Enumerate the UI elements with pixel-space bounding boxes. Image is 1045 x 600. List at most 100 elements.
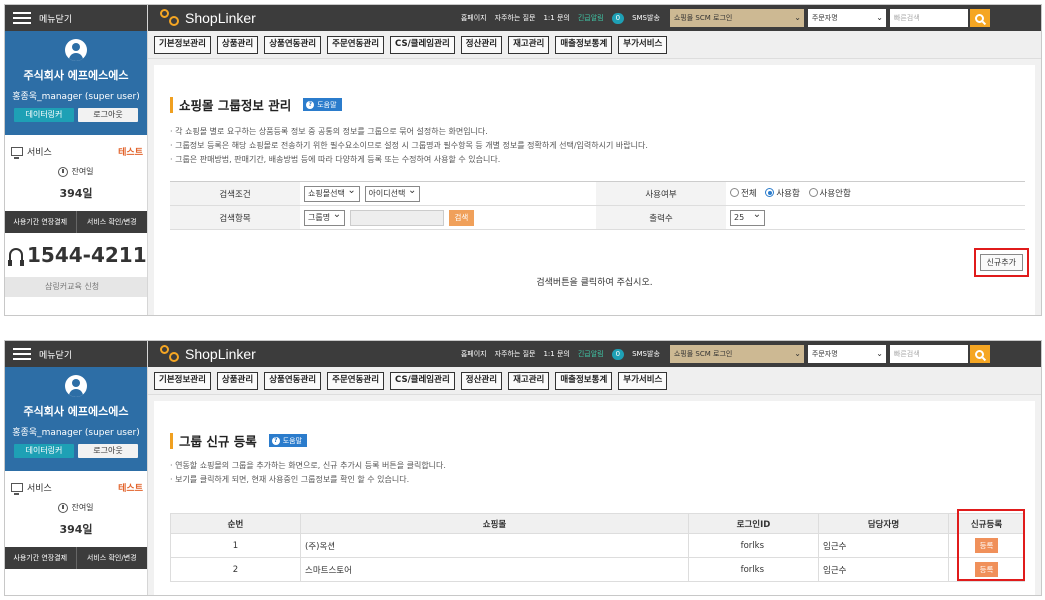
chevron-down-icon: ⌄ — [794, 349, 801, 358]
sms-link[interactable]: SMS발송 — [632, 349, 660, 359]
tab-products[interactable]: 상품관리 — [216, 371, 259, 390]
chevron-down-icon: ⌄ — [794, 13, 801, 22]
urgent-link[interactable]: 긴급알림 — [578, 13, 604, 23]
tab-cs-claim[interactable]: CS/클레임관리 — [390, 371, 455, 390]
col-login-id: 로그인ID — [688, 513, 819, 534]
search-icon — [975, 13, 985, 23]
search-icon — [975, 349, 985, 359]
service-change-button[interactable]: 서비스 확인/변경 — [75, 547, 148, 569]
search-button[interactable]: 검색 — [448, 209, 475, 226]
hamburger-icon — [13, 12, 31, 24]
tab-inventory[interactable]: 재고관리 — [508, 35, 550, 54]
add-new-button[interactable]: 신규추가 — [979, 254, 1023, 271]
sms-link[interactable]: SMS발송 — [632, 13, 660, 23]
faq-link[interactable]: 자주하는 질문 — [495, 13, 536, 23]
avatar-icon — [65, 375, 87, 397]
item-select[interactable]: 그룹명 — [304, 208, 346, 226]
urgent-count-badge: 0 — [611, 348, 625, 360]
help-label: 도움말 — [282, 436, 303, 445]
quick-search-button[interactable] — [969, 345, 990, 363]
chevron-down-icon: ⌄ — [876, 13, 883, 22]
clock-icon — [58, 166, 69, 177]
datalinker-button[interactable]: 데이터링커 — [14, 108, 74, 122]
monitor-icon — [11, 483, 23, 495]
datalinker-button[interactable]: 데이터링커 — [14, 444, 74, 458]
description: · 연동할 쇼핑몰의 그룹을 추가하는 화면으로, 신규 추가시 등록 버튼을 … — [170, 459, 446, 487]
clock-icon — [58, 502, 69, 513]
tab-settlement[interactable]: 정산관리 — [460, 371, 503, 390]
profile-card: 주식회사 에프에스에스 홍종욱_manager (super user) 데이터… — [5, 31, 147, 135]
quick-search-button[interactable] — [969, 9, 990, 27]
tab-order-sync[interactable]: 주문연동관리 — [327, 35, 385, 54]
menu-toggle[interactable]: 메뉴닫기 — [5, 5, 147, 31]
tab-basic-info[interactable]: 기본정보관리 — [154, 35, 211, 54]
use-radio-all[interactable]: 전체 — [730, 187, 757, 199]
tab-extra-services[interactable]: 부가서비스 — [618, 35, 668, 54]
home-link[interactable]: 홈페이지 — [461, 349, 487, 359]
test-badge: 테스트 — [118, 484, 143, 494]
cell-mall: 스마트스토어 — [300, 557, 689, 582]
scm-login-select[interactable]: 쇼핑몰 SCM 로그인 ⌄ — [669, 9, 804, 27]
order-field-value: 주문자명 — [811, 14, 838, 22]
count-select[interactable]: 25 — [730, 208, 766, 226]
group-info-panel: 메뉴닫기 주식회사 에프에스에스 홍종욱_manager (super user… — [4, 4, 1042, 316]
help-button[interactable]: ? 도움말 — [268, 434, 308, 447]
radio-label: 사용안함 — [819, 188, 851, 199]
logo-icon — [160, 9, 182, 27]
scm-login-select[interactable]: 쇼핑몰 SCM 로그인 ⌄ — [669, 345, 804, 363]
tab-product-sync[interactable]: 상품연동관리 — [264, 35, 322, 54]
desc-line: · 그룹정보 등록은 해당 쇼핑몰로 전송하기 위한 필수요소이므로 설정 시 … — [170, 141, 648, 150]
order-field-select[interactable]: 주문자명 ⌄ — [807, 345, 886, 363]
quick-search-input[interactable]: 빠른검색 — [889, 345, 968, 363]
search-form: 검색조건 쇼핑몰선택 아이디선택 사용여부 전체 사용함 사용안함 검색항목 — [170, 181, 1025, 230]
support-phone: 1544-4211 — [27, 243, 147, 267]
table-header: 순번 쇼핑몰 로그인ID 담당자명 신규등록 — [170, 513, 1025, 534]
menu-toggle[interactable]: 메뉴닫기 — [5, 341, 147, 367]
cell-login-id: forlks — [688, 533, 819, 558]
scm-login-value: 쇼핑몰 SCM 로그인 — [673, 14, 733, 22]
extend-payment-button[interactable]: 사용기간 연장결제 — [5, 547, 76, 569]
quick-search-input[interactable]: 빠른검색 — [889, 9, 968, 27]
tab-order-sync[interactable]: 주문연동관리 — [327, 371, 385, 390]
inquiry-link[interactable]: 1:1 문의 — [543, 349, 569, 359]
tab-basic-info[interactable]: 기본정보관리 — [154, 371, 211, 390]
id-select[interactable]: 아이디선택 — [364, 184, 421, 202]
tab-extra-services[interactable]: 부가서비스 — [618, 371, 668, 390]
extend-payment-button[interactable]: 사용기간 연장결제 — [5, 211, 76, 233]
radio-label: 사용함 — [776, 188, 800, 199]
content-card: 그룹 신규 등록 ? 도움말 · 연동할 쇼핑몰의 그룹을 추가하는 화면으로,… — [154, 401, 1035, 595]
register-column-highlight — [957, 509, 1025, 581]
logo[interactable]: ShopLinker — [160, 9, 256, 27]
tab-sales-stats[interactable]: 매출정보통계 — [555, 371, 613, 390]
tab-products[interactable]: 상품관리 — [216, 35, 259, 54]
inquiry-link[interactable]: 1:1 문의 — [543, 13, 569, 23]
company-name: 주식회사 에프에스에스 — [23, 69, 129, 82]
tab-settlement[interactable]: 정산관리 — [460, 35, 503, 54]
help-button[interactable]: ? 도움말 — [303, 98, 342, 111]
tab-sales-stats[interactable]: 매출정보통계 — [555, 35, 613, 54]
tab-product-sync[interactable]: 상품연동관리 — [264, 371, 322, 390]
content-card: 쇼핑몰 그룹정보 관리 ? 도움말 · 각 쇼핑몰 별로 요구하는 상품등록 정… — [154, 65, 1035, 315]
urgent-link[interactable]: 긴급알림 — [578, 349, 604, 359]
mall-select[interactable]: 쇼핑몰선택 — [304, 184, 360, 202]
logo[interactable]: ShopLinker — [160, 345, 256, 363]
use-radio-off[interactable]: 사용안함 — [808, 187, 851, 199]
logout-button[interactable]: 로그아웃 — [78, 444, 138, 458]
desc-line: · 연동할 쇼핑몰의 그룹을 추가하는 화면으로, 신규 추가시 등록 버튼을 … — [170, 461, 446, 470]
tab-inventory[interactable]: 재고관리 — [508, 371, 550, 390]
tab-cs-claim[interactable]: CS/클레임관리 — [390, 35, 455, 54]
home-link[interactable]: 홈페이지 — [461, 13, 487, 23]
education-apply-button[interactable]: 샵링커교육 신청 — [5, 277, 147, 297]
use-label: 사용여부 — [596, 181, 726, 206]
remain-days: 394일 — [59, 523, 93, 536]
menu-close-label: 메뉴닫기 — [39, 350, 73, 361]
sidebar: 메뉴닫기 주식회사 에프에스에스 홍종욱_manager (super user… — [5, 341, 148, 595]
keyword-input[interactable] — [349, 209, 444, 226]
faq-link[interactable]: 자주하는 질문 — [495, 349, 536, 359]
use-radio-on[interactable]: 사용함 — [765, 187, 800, 199]
order-field-select[interactable]: 주문자명 ⌄ — [807, 9, 886, 27]
logout-button[interactable]: 로그아웃 — [78, 108, 138, 122]
cell-manager: 임근수 — [818, 533, 949, 558]
col-mall: 쇼핑몰 — [300, 513, 689, 534]
service-change-button[interactable]: 서비스 확인/변경 — [75, 211, 148, 233]
